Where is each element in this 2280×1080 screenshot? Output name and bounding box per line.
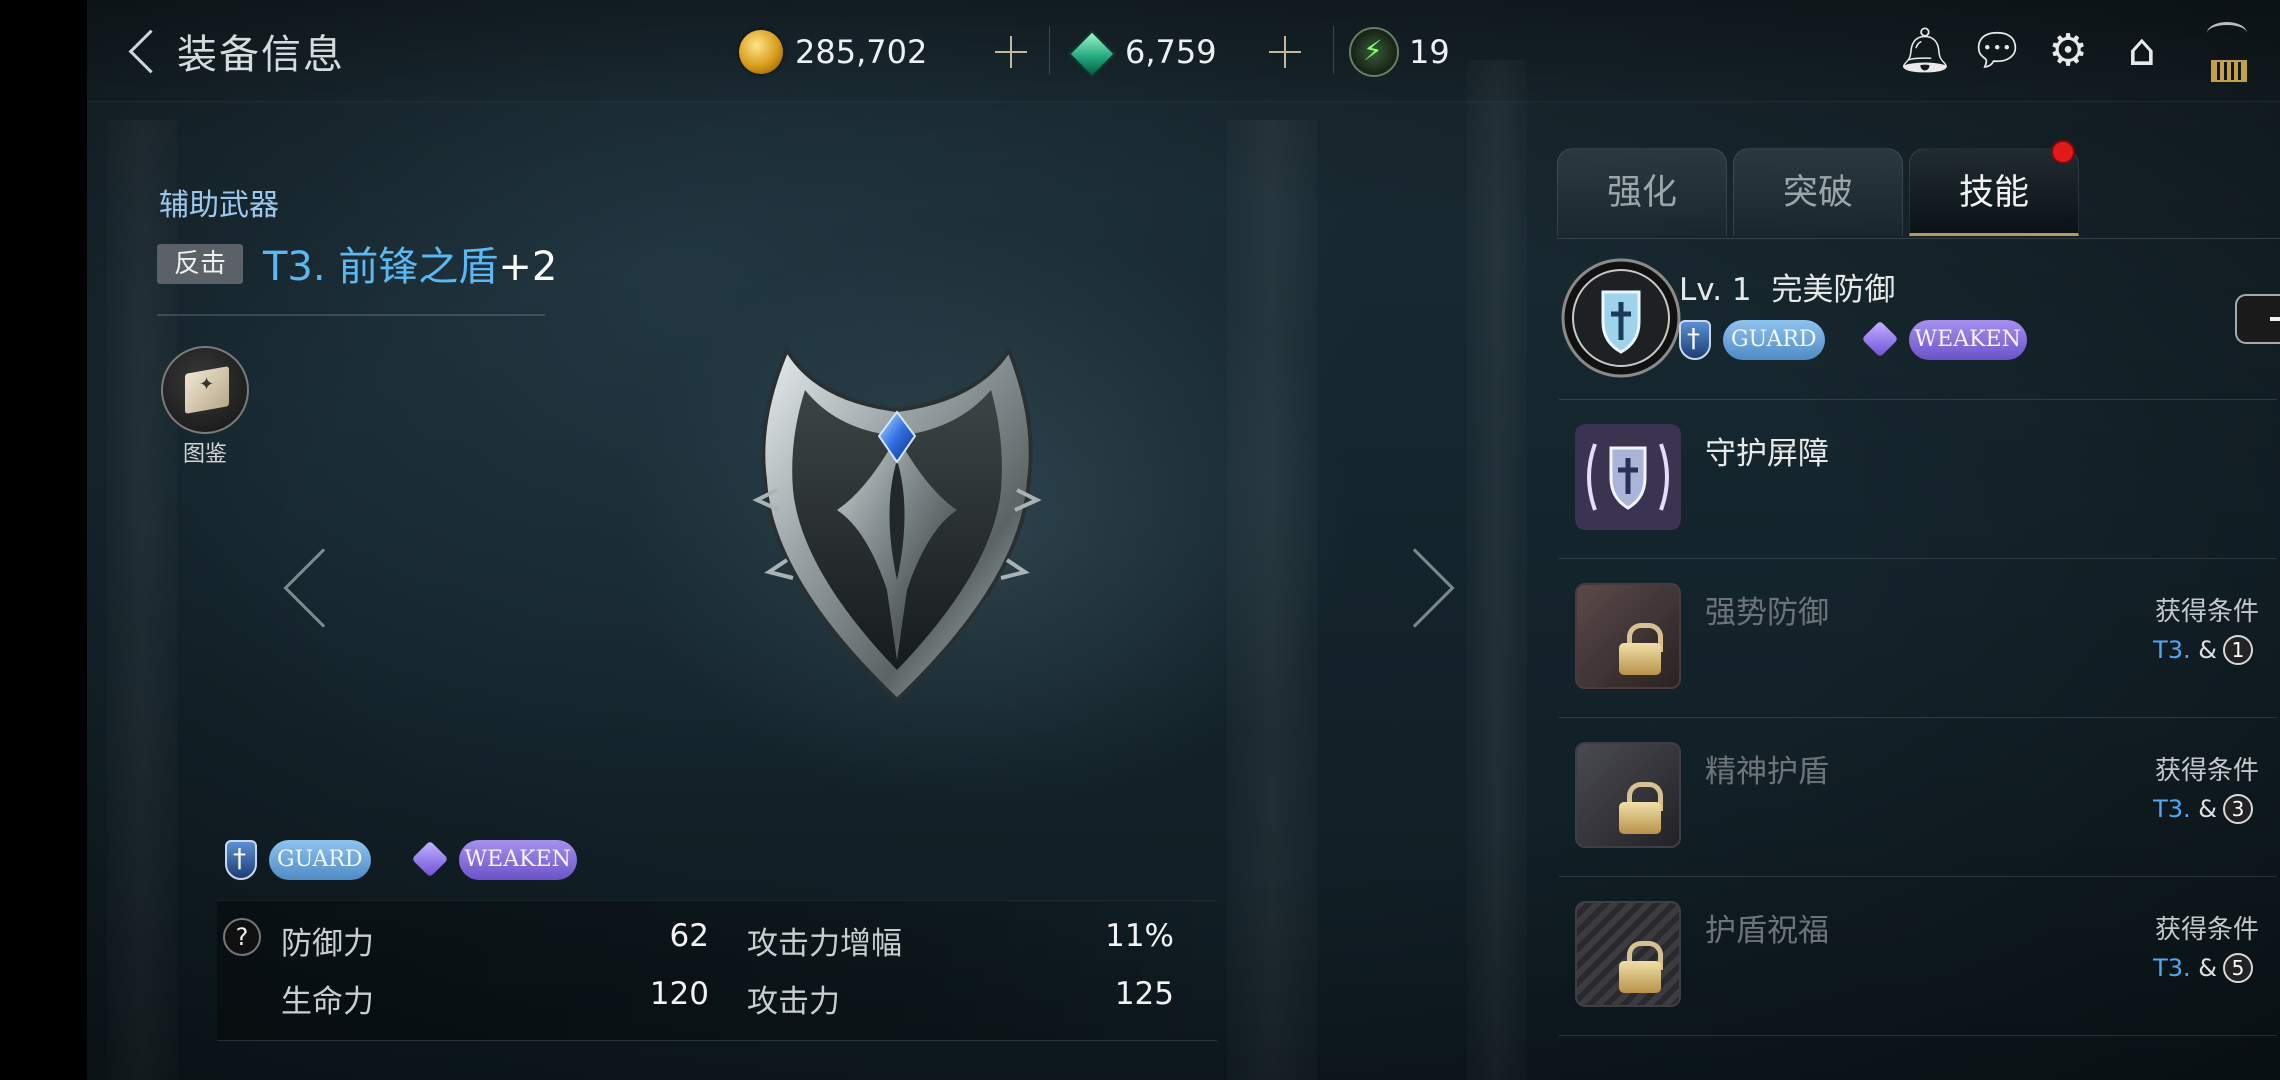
page-title: 装备信息 [177, 32, 345, 78]
skill-row-locked[interactable]: 护盾祝福 获得条件 T3. & 5 [1559, 877, 2277, 1036]
guard-tag: GUARD [269, 840, 371, 880]
weaken-mask-icon [1861, 320, 1901, 360]
shield-image [752, 345, 1042, 703]
next-item-arrow[interactable] [1375, 548, 1455, 628]
guard-shield-icon [225, 840, 257, 880]
add-gold-button[interactable] [989, 30, 1033, 74]
main-skill-name: 完美防御 [1771, 272, 1896, 308]
lock-icon [1619, 782, 1663, 834]
notification-dot [2051, 140, 2075, 164]
main-skill-title: Lv. 1 完美防御 [1679, 264, 1895, 309]
condition-tier: T3. [2153, 954, 2191, 982]
condition-amp: & [2198, 636, 2217, 664]
tab-enhance[interactable]: 强化 [1557, 148, 1727, 236]
currency-separator [1333, 26, 1334, 74]
bell-icon[interactable]: 🔔︎ [1897, 26, 1953, 76]
strong-defense-icon [1575, 583, 1681, 689]
spirit-shield-icon [1575, 742, 1681, 848]
item-category: 辅助武器 [159, 188, 279, 223]
item-type-badge: 反击 [157, 244, 243, 284]
stat-value-attack-boost: 11% [1105, 918, 1174, 954]
guardian-barrier-icon [1575, 424, 1681, 530]
stat-label-hp: 生命力 [281, 984, 374, 1020]
weaken-mask-icon [411, 840, 451, 880]
skill-row[interactable]: 守护屏障 [1559, 400, 2277, 559]
condition-amp: & [2198, 795, 2217, 823]
item-tags: GUARD WEAKEN [225, 836, 577, 884]
header-divider [157, 314, 545, 316]
tab-skills[interactable]: 技能 [1909, 148, 2079, 236]
weaken-tag: WEAKEN [458, 840, 577, 880]
wifi-icon [2207, 22, 2247, 44]
battery-icon [2211, 60, 2247, 82]
perfect-defense-icon [1561, 258, 1681, 378]
guard-tag: GUARD [1723, 320, 1825, 360]
stat-value-hp: 120 [649, 976, 709, 1012]
energy-amount: 19 [1409, 33, 1450, 71]
condition-breakthrough-badge: 1 [2223, 635, 2253, 665]
lock-icon [1619, 623, 1663, 675]
condition-label: 获得条件 [2154, 756, 2259, 786]
skill-name: 守护屏障 [1705, 436, 1829, 472]
previous-item-arrow[interactable] [283, 548, 363, 628]
currency-separator [1049, 26, 1050, 74]
condition-value: T3. & 1 [2153, 635, 2253, 665]
stat-label-attack-boost: 攻击力增幅 [747, 926, 902, 962]
stat-value-defense: 62 [669, 918, 709, 954]
condition-tier: T3. [2153, 636, 2191, 664]
back-button[interactable] [123, 24, 163, 80]
condition-value: T3. & 5 [2153, 953, 2253, 983]
top-bar: 装备信息 285,702 6,759 19 🔔︎ 💬︎ ⚙ ⌂ [87, 0, 2280, 102]
condition-breakthrough-badge: 5 [2223, 953, 2253, 983]
gem-icon [1067, 29, 1113, 75]
item-name: T3. 前锋之盾+2 [263, 234, 557, 292]
tab-breakthrough[interactable]: 突破 [1733, 148, 1903, 236]
condition-label: 获得条件 [2154, 915, 2259, 945]
game-screen: 装备信息 285,702 6,759 19 🔔︎ 💬︎ ⚙ ⌂ 辅助武器 反击 … [87, 0, 2280, 1080]
shield-blessing-icon [1575, 901, 1681, 1007]
background-pillar [1467, 60, 1527, 1080]
lock-icon [1619, 941, 1663, 993]
item-enhance-level: +2 [498, 244, 558, 290]
help-icon[interactable]: ? [223, 918, 261, 956]
condition-breakthrough-badge: 3 [2223, 794, 2253, 824]
gem-amount: 6,759 [1125, 33, 1217, 71]
condition-value: T3. & 3 [2153, 794, 2253, 824]
stats-divider [217, 1040, 1217, 1041]
add-skill-button[interactable] [2235, 294, 2280, 344]
gold-coin-icon [739, 30, 783, 74]
gem-currency: 6,759 [1067, 24, 1217, 80]
energy-icon [1349, 27, 1399, 77]
skill-name: 护盾祝福 [1705, 913, 1829, 949]
item-name-text: T3. 前锋之盾 [263, 244, 499, 290]
main-skill-level: Lv. 1 [1679, 272, 1752, 308]
condition-label: 获得条件 [2154, 597, 2259, 627]
weaken-tag: WEAKEN [1908, 320, 2027, 360]
energy-currency: 19 [1349, 24, 1450, 80]
book-icon [161, 346, 249, 434]
skill-name: 强势防御 [1705, 595, 1829, 631]
chat-icon[interactable]: 💬︎ [1969, 26, 2025, 76]
stat-label-defense: 防御力 [281, 926, 374, 962]
condition-amp: & [2198, 954, 2217, 982]
stat-label-attack: 攻击力 [747, 984, 840, 1020]
collection-button[interactable]: 图鉴 [161, 346, 249, 467]
background-pillar [1227, 120, 1317, 1080]
tabs-baseline [1557, 238, 2280, 239]
main-skill-tags: GUARD WEAKEN [1679, 320, 2027, 360]
skill-row-locked[interactable]: 精神护盾 获得条件 T3. & 3 [1559, 718, 2277, 877]
guard-shield-icon [1679, 320, 1711, 360]
skill-row-locked[interactable]: 强势防御 获得条件 T3. & 1 [1559, 559, 2277, 718]
gold-amount: 285,702 [795, 33, 928, 71]
collection-label: 图鉴 [182, 442, 227, 467]
gold-currency: 285,702 [739, 24, 927, 80]
add-gem-button[interactable] [1263, 30, 1307, 74]
skill-name: 精神护盾 [1705, 754, 1829, 790]
main-skill-row[interactable]: Lv. 1 完美防御 GUARD WEAKEN [1559, 240, 2277, 400]
home-icon[interactable]: ⌂ [2117, 26, 2167, 76]
gear-icon[interactable]: ⚙ [2043, 26, 2093, 76]
condition-tier: T3. [2153, 795, 2191, 823]
stat-value-attack: 125 [1114, 976, 1174, 1012]
